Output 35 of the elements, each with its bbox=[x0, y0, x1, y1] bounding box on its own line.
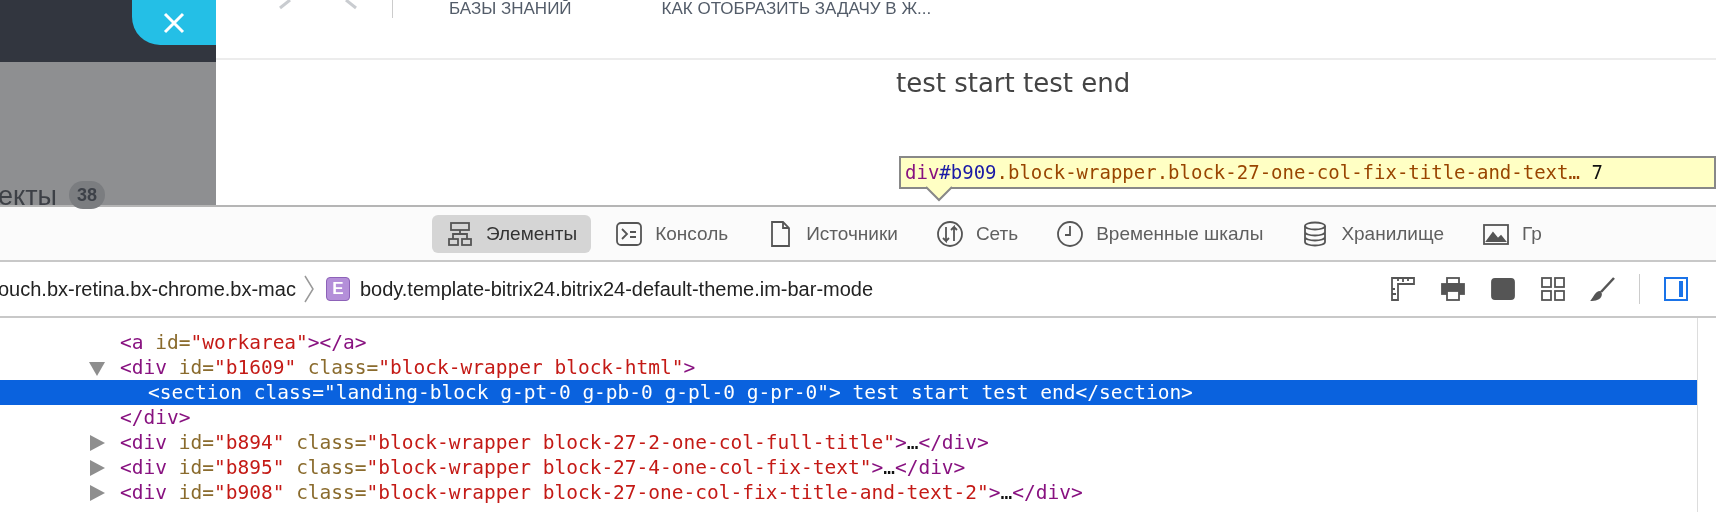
grid-icon[interactable] bbox=[1539, 275, 1567, 303]
collapsed-triangle-icon[interactable] bbox=[88, 483, 106, 502]
devtools-tab[interactable]: Хранилище bbox=[1287, 214, 1458, 253]
devtools-tab[interactable]: Временные шкалы bbox=[1042, 214, 1278, 253]
dom-node-line[interactable]: <div id="b895" class="block-wrapper block-27-4-one-col-fix-text">…</div> bbox=[0, 455, 1697, 480]
dom-path-item[interactable]: body.template-bitrix24.bitrix24-default-theme.im-bar-mode bbox=[359, 277, 874, 301]
devtools-tab[interactable]: Гр bbox=[1468, 214, 1556, 253]
count-badge: 38 bbox=[68, 181, 105, 209]
devtools-tab[interactable]: Элементы bbox=[432, 214, 592, 253]
network-icon bbox=[935, 219, 964, 248]
printer-icon[interactable] bbox=[1439, 275, 1467, 303]
ruler-icon[interactable] bbox=[1389, 275, 1417, 303]
breadcrumb-link[interactable]: КАК ОТОБРАЗИТЬ ЗАДАЧУ В Ж... bbox=[661, 0, 932, 18]
dom-node-line[interactable]: <div id="b894" class="block-wrapper block-27-2-one-col-full-title">…</div> bbox=[0, 430, 1697, 455]
close-icon bbox=[163, 11, 185, 34]
dom-node-line[interactable]: <div id="b908" class="block-wrapper block-27-one-col-fix-title-and-text-2">…</div> bbox=[0, 480, 1697, 505]
console-icon bbox=[615, 219, 644, 248]
page-text: test start test end bbox=[896, 68, 1132, 98]
sidebar-toggle-icon[interactable] bbox=[1662, 275, 1690, 303]
devtools-tab[interactable]: Источники bbox=[752, 214, 912, 253]
collapsed-triangle-icon[interactable] bbox=[88, 458, 106, 477]
hierarchy-icon bbox=[446, 219, 474, 248]
collapsed-triangle-icon[interactable] bbox=[88, 433, 106, 452]
devtools-tab[interactable]: Консоль bbox=[601, 214, 743, 253]
dom-node-line[interactable]: <div id="b1609" class="block-wrapper block-html"> bbox=[0, 355, 1697, 380]
brush-icon[interactable] bbox=[1589, 275, 1617, 303]
element-badge: E bbox=[325, 277, 350, 301]
window-icon[interactable] bbox=[1489, 275, 1517, 303]
chevron-icon bbox=[301, 274, 316, 304]
close-button[interactable] bbox=[132, 0, 216, 45]
devtools-tab[interactable]: Сеть bbox=[921, 214, 1033, 253]
dom-node-line[interactable]: </div> bbox=[0, 405, 1697, 430]
dom-node-line[interactable]: <a id="workarea"></a> bbox=[0, 330, 1697, 355]
clock-icon bbox=[1056, 219, 1085, 248]
tooltip-pointer bbox=[925, 186, 953, 202]
